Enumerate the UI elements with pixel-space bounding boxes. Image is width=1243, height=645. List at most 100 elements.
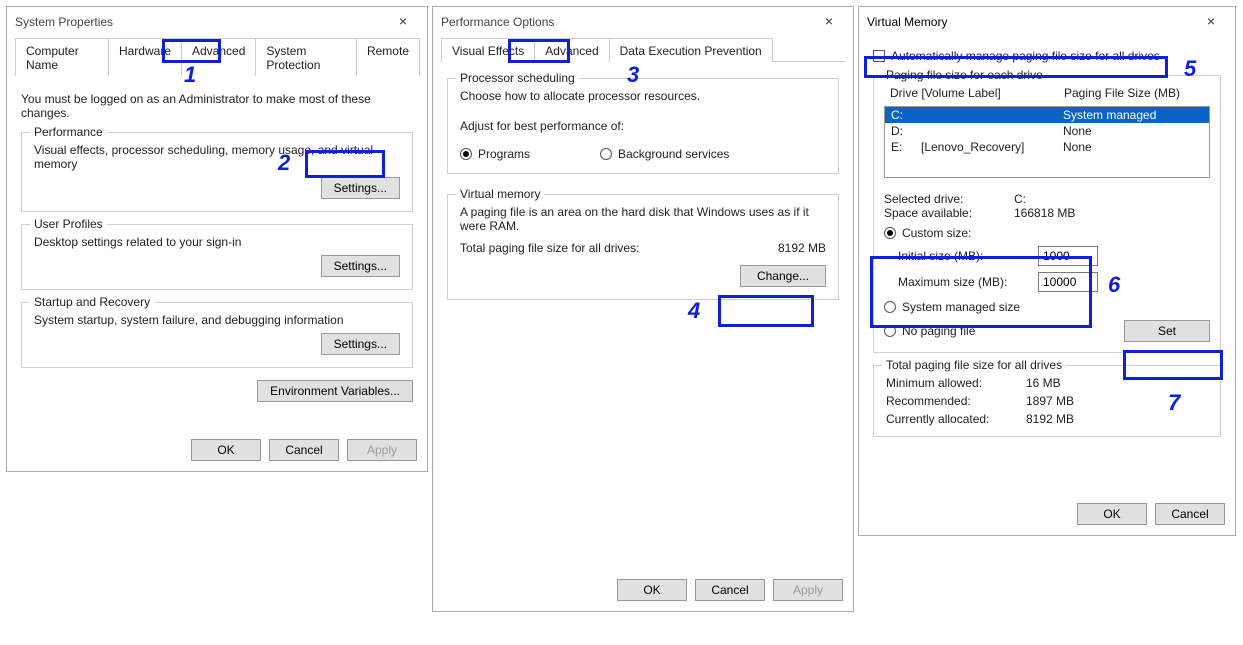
admin-note: You must be logged on as an Administrato… (21, 92, 413, 120)
apply-button[interactable]: Apply (347, 439, 417, 461)
system-properties-window: System Properties × Computer Name Hardwa… (6, 6, 428, 472)
paging-each-drive-group: Paging file size for each drive Drive [V… (873, 75, 1221, 353)
tab-visual-effects[interactable]: Visual Effects (441, 38, 535, 62)
apply-button[interactable]: Apply (773, 579, 843, 601)
tab-system-protection[interactable]: System Protection (255, 38, 357, 76)
ok-button[interactable]: OK (191, 439, 261, 461)
tab-remote[interactable]: Remote (356, 38, 420, 76)
radio-icon (884, 325, 896, 337)
radio-no-paging-file[interactable]: No paging file (884, 324, 975, 338)
profiles-settings-button[interactable]: Settings... (321, 255, 400, 277)
min-allowed-value: 16 MB (1026, 376, 1061, 390)
processor-scheduling-group: Processor scheduling Choose how to alloc… (447, 78, 839, 174)
close-icon[interactable]: × (1191, 8, 1231, 36)
performance-group: Performance Visual effects, processor sc… (21, 132, 413, 212)
dialog-content: Automatically manage paging file size fo… (859, 37, 1235, 445)
cancel-button[interactable]: Cancel (269, 439, 339, 461)
currently-allocated-label: Currently allocated: (886, 412, 1026, 426)
environment-variables-button[interactable]: Environment Variables... (257, 380, 413, 402)
radio-system-managed[interactable]: System managed size (884, 300, 1020, 314)
vmem-total-label: Total paging file size for all drives: (460, 241, 639, 255)
tabs: Visual Effects Advanced Data Execution P… (441, 37, 845, 62)
sched-adjust-label: Adjust for best performance of: (460, 119, 826, 133)
radio-icon (460, 148, 472, 160)
tab-dep[interactable]: Data Execution Prevention (609, 38, 773, 62)
group-title: Paging file size for each drive (882, 68, 1047, 82)
min-allowed-label: Minimum allowed: (886, 376, 1026, 390)
set-button[interactable]: Set (1124, 320, 1210, 342)
tab-advanced[interactable]: Advanced (534, 38, 609, 62)
drive-label (921, 124, 1063, 138)
sched-desc: Choose how to allocate processor resourc… (460, 89, 826, 103)
group-title: Total paging file size for all drives (882, 358, 1066, 372)
radio-label: Background services (618, 147, 729, 161)
titlebar: Virtual Memory × (859, 7, 1235, 37)
titlebar: Performance Options × (433, 7, 853, 37)
annotation-5: 5 (1184, 56, 1196, 82)
radio-label: No paging file (902, 324, 975, 338)
drive-letter: C: (891, 108, 921, 122)
group-title: Performance (30, 125, 107, 139)
annotation-6: 6 (1108, 272, 1120, 298)
cancel-button[interactable]: Cancel (1155, 503, 1225, 525)
dialog-buttons: OK Cancel Apply (617, 579, 843, 601)
close-icon[interactable]: × (809, 8, 849, 36)
drive-size: None (1063, 124, 1203, 138)
radio-label: System managed size (902, 300, 1020, 314)
drive-list[interactable]: C: System managed D: None E: [Lenovo_Rec… (884, 106, 1210, 178)
annotation-1: 1 (184, 62, 196, 88)
performance-desc: Visual effects, processor scheduling, me… (34, 143, 400, 171)
annotation-4: 4 (688, 298, 700, 324)
radio-label: Programs (478, 147, 530, 161)
group-title: Virtual memory (456, 187, 544, 201)
group-title: Processor scheduling (456, 71, 579, 85)
radio-icon (884, 301, 896, 313)
radio-programs[interactable]: Programs (460, 147, 530, 161)
user-profiles-group: User Profiles Desktop settings related t… (21, 224, 413, 290)
startup-settings-button[interactable]: Settings... (321, 333, 400, 355)
recommended-label: Recommended: (886, 394, 1026, 408)
dialog-buttons: OK Cancel Apply (191, 439, 417, 461)
checkbox-icon (873, 50, 885, 62)
drive-list-header: Drive [Volume Label] Paging File Size (M… (884, 84, 1210, 102)
checkbox-label: Automatically manage paging file size fo… (891, 49, 1160, 63)
radio-background-services[interactable]: Background services (600, 147, 729, 161)
drive-size: System managed (1063, 108, 1203, 122)
vmem-desc: A paging file is an area on the hard dis… (460, 205, 826, 233)
maximum-size-input[interactable] (1038, 272, 1098, 292)
ok-button[interactable]: OK (1077, 503, 1147, 525)
drive-letter: E: (891, 140, 921, 154)
drive-row[interactable]: D: None (885, 123, 1209, 139)
ok-button[interactable]: OK (617, 579, 687, 601)
radio-custom-size[interactable]: Custom size: (884, 226, 971, 240)
drive-label (921, 108, 1063, 122)
initial-size-input[interactable] (1038, 246, 1098, 266)
selected-drive-value: C: (1014, 192, 1026, 206)
performance-options-window: Performance Options × Visual Effects Adv… (432, 6, 854, 612)
selected-drive-label: Selected drive: (884, 192, 1014, 206)
annotation-7: 7 (1168, 390, 1180, 416)
radio-icon (600, 148, 612, 160)
radio-label: Custom size: (902, 226, 971, 240)
currently-allocated-value: 8192 MB (1026, 412, 1074, 426)
drive-row[interactable]: C: System managed (885, 107, 1209, 123)
annotation-2: 2 (278, 150, 290, 176)
auto-manage-checkbox[interactable]: Automatically manage paging file size fo… (873, 49, 1160, 63)
header-size: Paging File Size (MB) (1064, 86, 1204, 100)
initial-size-label: Initial size (MB): (898, 249, 1028, 263)
change-button[interactable]: Change... (740, 265, 826, 287)
tab-computer-name[interactable]: Computer Name (15, 38, 109, 76)
drive-size: None (1063, 140, 1203, 154)
group-title: User Profiles (30, 217, 107, 231)
dialog-buttons: OK Cancel (1077, 503, 1225, 525)
drive-row[interactable]: E: [Lenovo_Recovery] None (885, 139, 1209, 155)
tab-hardware[interactable]: Hardware (108, 38, 182, 76)
header-drive: Drive [Volume Label] (890, 86, 1064, 100)
virtual-memory-group: Virtual memory A paging file is an area … (447, 194, 839, 300)
space-available-value: 166818 MB (1014, 206, 1075, 220)
drive-label: [Lenovo_Recovery] (921, 140, 1063, 154)
window-title: Performance Options (441, 15, 554, 29)
performance-settings-button[interactable]: Settings... (321, 177, 400, 199)
cancel-button[interactable]: Cancel (695, 579, 765, 601)
close-icon[interactable]: × (383, 8, 423, 36)
